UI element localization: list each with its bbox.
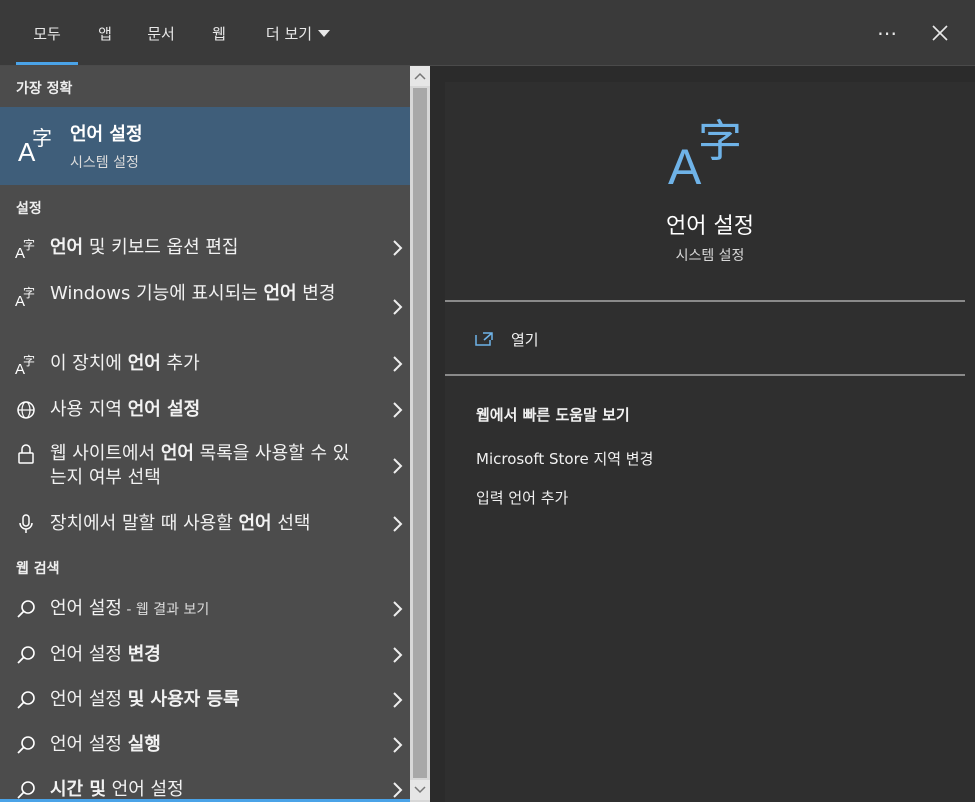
open-button[interactable]: 열기 <box>473 326 539 352</box>
web-search-item[interactable]: 언어 설정 변경 <box>0 639 410 671</box>
settings-item-language-keyboard[interactable]: A字 언어 및 키보드 옵션 편집 <box>0 232 410 264</box>
settings-item-website-language[interactable]: 웹 사이트에서 언어 목록을 사용할 수 있는지 여부 선택 <box>0 438 410 494</box>
language-icon: A 字 <box>18 126 52 165</box>
help-link-add-input-language[interactable]: 입력 언어 추가 <box>476 487 568 508</box>
tab-web[interactable]: 웹 <box>202 0 236 66</box>
search-icon <box>17 691 35 709</box>
tab-apps[interactable]: 앱 <box>88 0 122 66</box>
tab-label: 앱 <box>98 24 112 43</box>
chevron-right-icon <box>393 516 403 532</box>
chevron-right-icon <box>393 458 403 474</box>
lock-icon <box>18 444 34 464</box>
ellipsis-icon: ⋯ <box>877 21 897 45</box>
close-icon <box>932 25 948 41</box>
search-icon <box>17 736 35 754</box>
chevron-right-icon <box>393 299 403 315</box>
scroll-up-button[interactable] <box>410 66 430 86</box>
results-list: 가장 정확 A 字 언어 설정 시스템 설정 설정 A字 언어 및 키보드 옵션… <box>0 66 410 802</box>
preview-subtitle: 시스템 설정 <box>675 248 745 264</box>
settings-item-speech-language[interactable]: 장치에서 말할 때 사용할 언어 선택 <box>0 508 410 540</box>
scroll-thumb[interactable] <box>413 88 427 778</box>
svg-text:字: 字 <box>32 126 52 150</box>
chevron-right-icon <box>393 647 403 663</box>
language-icon: A 字 <box>668 116 742 186</box>
settings-item-region-language[interactable]: 사용 지역 언어 설정 <box>0 394 410 426</box>
chevron-right-icon <box>393 356 403 372</box>
scrollbar[interactable] <box>410 66 430 802</box>
svg-text:字: 字 <box>23 353 35 368</box>
divider <box>445 300 965 302</box>
svg-text:字: 字 <box>698 116 742 167</box>
chevron-right-icon <box>393 737 403 753</box>
language-icon: A字 <box>15 285 35 308</box>
microphone-icon <box>19 514 33 533</box>
best-match-subtitle: 시스템 설정 <box>70 155 139 171</box>
settings-item-label: 웹 사이트에서 언어 목록을 사용할 수 있는지 여부 선택 <box>50 443 350 488</box>
settings-item-label: 이 장치에 언어 추가 <box>50 353 200 374</box>
chevron-right-icon <box>393 402 403 418</box>
web-search-label: 언어 설정 변경 <box>50 644 161 665</box>
web-search-item[interactable]: 언어 설정 및 사용자 등록 <box>0 684 410 716</box>
svg-text:A: A <box>668 139 702 186</box>
chevron-right-icon <box>393 692 403 708</box>
web-search-item[interactable]: 언어 설정 - 웹 결과 보기 <box>0 593 410 625</box>
open-label: 열기 <box>511 330 539 349</box>
chevron-right-icon <box>393 782 403 798</box>
settings-item-label: Windows 기능에 표시되는 언어 변경 <box>50 283 336 304</box>
open-external-icon <box>475 332 493 346</box>
search-icon <box>17 600 35 618</box>
divider <box>445 374 965 376</box>
language-icon: A字 <box>15 237 35 260</box>
tab-label: 문서 <box>147 24 175 43</box>
help-link-store-region[interactable]: Microsoft Store 지역 변경 <box>476 448 653 469</box>
chevron-right-icon <box>393 240 403 256</box>
web-search-label: 언어 설정 - 웹 결과 보기 <box>50 598 210 619</box>
settings-header: 설정 <box>16 201 42 217</box>
chevron-down-icon <box>414 786 426 794</box>
tab-more[interactable]: 더 보기 <box>252 0 344 66</box>
tab-label: 웹 <box>212 24 226 43</box>
settings-item-label: 장치에서 말할 때 사용할 언어 선택 <box>50 513 311 534</box>
scroll-down-button[interactable] <box>410 780 430 800</box>
tab-documents[interactable]: 문서 <box>138 0 184 66</box>
web-search-item[interactable]: 언어 설정 실행 <box>0 729 410 761</box>
globe-icon <box>17 401 35 419</box>
preview-title: 언어 설정 <box>666 214 754 239</box>
settings-item-label: 언어 및 키보드 옵션 편집 <box>50 237 239 258</box>
web-search-label: 언어 설정 및 사용자 등록 <box>50 689 240 710</box>
language-icon: A字 <box>15 353 35 376</box>
preview-pane: A 字 언어 설정 시스템 설정 열기 웹에서 빠른 도움말 보기 Micros… <box>445 82 975 802</box>
more-options-button[interactable]: ⋯ <box>872 18 902 48</box>
top-bar: 모두 앱 문서 웹 더 보기 ⋯ <box>0 0 975 66</box>
best-match-item[interactable]: A 字 언어 설정 시스템 설정 <box>0 107 410 185</box>
settings-item-windows-language[interactable]: A字 Windows 기능에 표시되는 언어 변경 <box>0 278 410 332</box>
chevron-up-icon <box>414 72 426 80</box>
best-match-header: 가장 정확 <box>16 81 73 97</box>
best-match-title: 언어 설정 <box>70 124 143 145</box>
close-button[interactable] <box>925 18 955 48</box>
svg-text:字: 字 <box>23 237 35 252</box>
chevron-right-icon <box>393 601 403 617</box>
web-search-item[interactable]: 시간 및 언어 설정 <box>0 774 410 802</box>
tab-label: 모두 <box>33 24 61 43</box>
tab-all[interactable]: 모두 <box>16 0 78 66</box>
settings-item-label: 사용 지역 언어 설정 <box>50 399 201 420</box>
tab-label: 더 보기 <box>265 24 313 43</box>
caret-down-icon <box>318 29 331 37</box>
web-search-label: 언어 설정 실행 <box>50 734 161 755</box>
help-header: 웹에서 빠른 도움말 보기 <box>476 406 630 424</box>
settings-item-add-language[interactable]: A字 이 장치에 언어 추가 <box>0 348 410 380</box>
search-icon <box>17 646 35 664</box>
svg-text:字: 字 <box>23 285 35 300</box>
web-search-header: 웹 검색 <box>16 561 60 577</box>
